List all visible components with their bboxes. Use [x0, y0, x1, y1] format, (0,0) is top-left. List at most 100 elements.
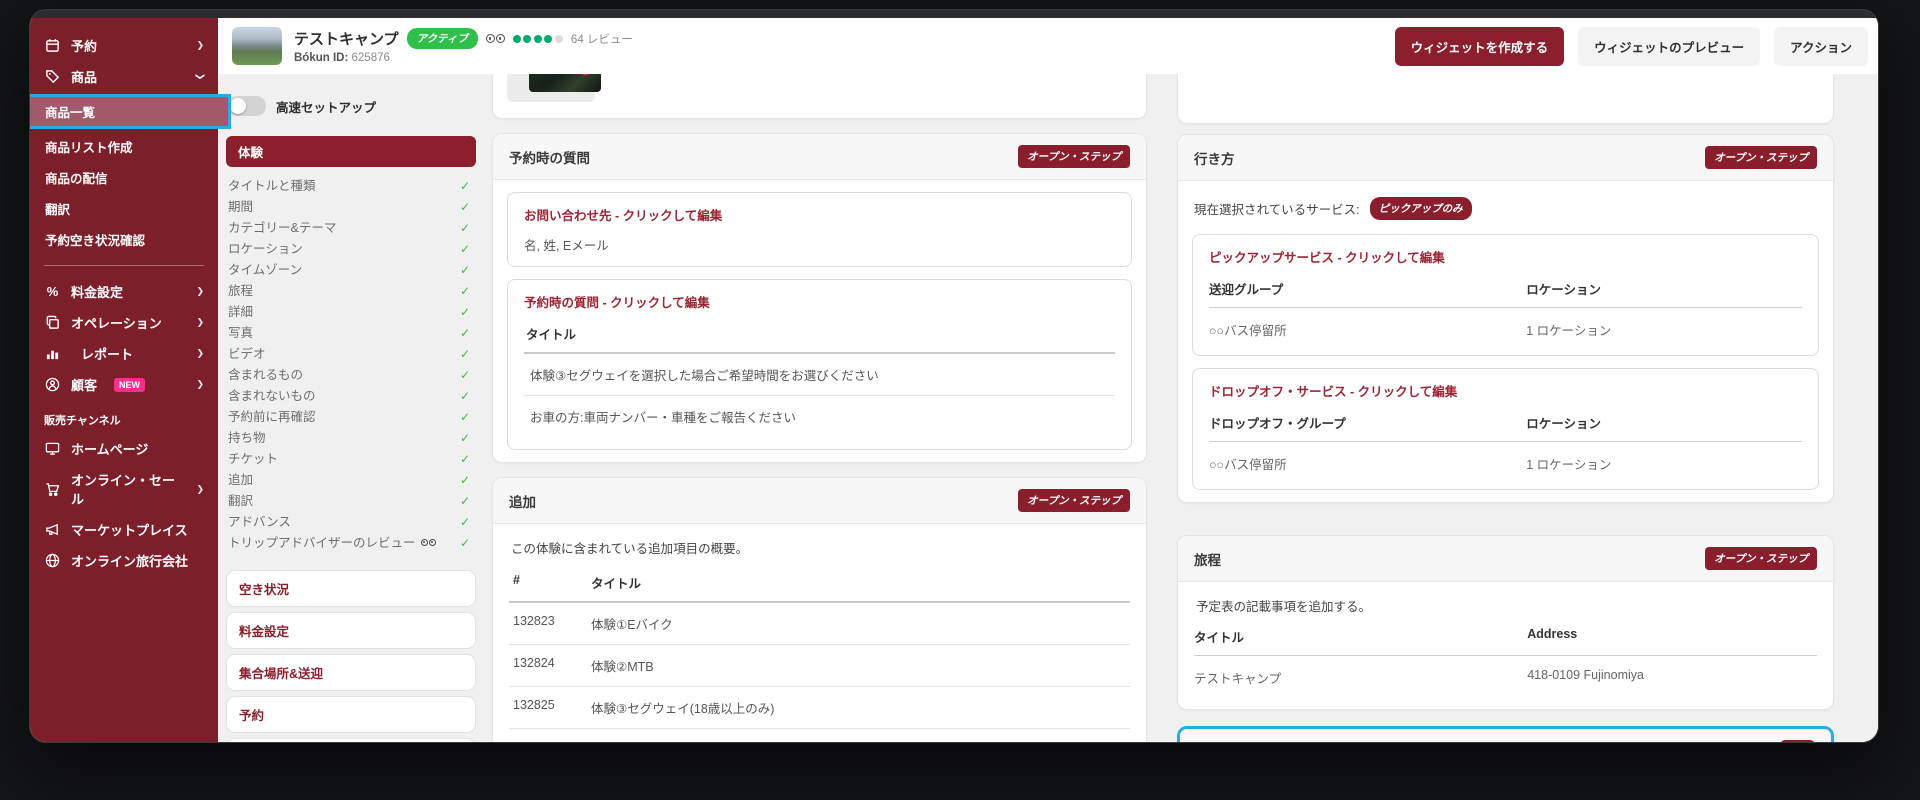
rating-dots	[513, 35, 563, 43]
questions-edit-link[interactable]: 予約時の質問 - クリックして編集	[524, 292, 1115, 311]
sidebar-item-pricing[interactable]: % 料金設定 ❯	[30, 276, 218, 307]
directions-card: 行き方 オープン・ステップ 現在選択されているサービス: ピックアップのみ ピッ…	[1177, 134, 1834, 503]
cart-icon	[44, 481, 61, 497]
percent-icon: %	[44, 284, 61, 300]
sidebar-item-availability-check[interactable]: 予約空き状況確認	[30, 224, 218, 255]
table-row[interactable]: テストキャンプ 418-0109 Fujinomiya	[1194, 656, 1817, 697]
chevron-right-icon: ❯	[196, 286, 204, 297]
table-row[interactable]: 132824体験②MTB	[509, 645, 1130, 687]
bokun-id-line: Bókun ID: 625876	[294, 52, 633, 64]
pnav-item-included[interactable]: 含まれるもの✓	[226, 364, 476, 385]
pnav-item-video[interactable]: ビデオ✓	[226, 343, 476, 364]
main-sidebar: 予約 ❯ 商品 ❯ 商品一覧 商品リスト作成 商品の配信 翻訳 予約空き状況確認…	[30, 18, 218, 742]
open-step-badge[interactable]: オープン・ステップ	[1018, 489, 1130, 512]
pnav-item-not-included[interactable]: 含まれないもの✓	[226, 385, 476, 406]
column-header: ロケーション	[1526, 413, 1802, 432]
tab-experience[interactable]: 体験	[226, 136, 476, 167]
table-row[interactable]: 132829温泉入浴券 大人	[509, 729, 1130, 742]
sidebar-item-label: マーケットプレイス	[71, 520, 188, 539]
pnav-item-tripadvisor-reviews[interactable]: トリップアドバイザーのレビュー ✓	[226, 532, 476, 553]
pickup-service-box[interactable]: ピックアップサービス - クリックして編集 送迎グループ ロケーション ○○バス…	[1192, 234, 1819, 356]
check-icon: ✓	[460, 388, 470, 404]
sidebar-item-reservations[interactable]: 予約 ❯	[30, 30, 218, 61]
extras-description: この体験に含まれている追加項目の概要。	[509, 536, 1130, 567]
pnav-button-meeting-pickup[interactable]: 集合場所&送迎	[226, 654, 476, 691]
sidebar-item-product-distribution[interactable]: 商品の配信	[30, 162, 218, 193]
table-row[interactable]: 132823体験①Eバイク	[509, 603, 1130, 645]
tag-icon	[44, 69, 61, 85]
create-widget-button[interactable]: ウィジェットを作成する	[1395, 27, 1565, 66]
table-row: ○○バス停留所 1 ロケーション	[1209, 308, 1802, 343]
open-step-badge[interactable]: オープン・ステップ	[1018, 145, 1130, 168]
globe-icon	[44, 553, 61, 569]
check-icon: ✓	[460, 472, 470, 488]
photo-tile	[507, 74, 595, 102]
pnav-button-booking[interactable]: 予約	[226, 696, 476, 733]
sidebar-item-reports[interactable]: レポート ❯	[30, 338, 218, 369]
check-icon: ✓	[460, 514, 470, 530]
check-icon: ✓	[460, 241, 470, 257]
pnav-button-pricing[interactable]: 料金設定	[226, 612, 476, 649]
pnav-item-translations[interactable]: 翻訳✓	[226, 490, 476, 511]
right-column: 行き方 オープン・ステップ 現在選択されているサービス: ピックアップのみ ピッ…	[1177, 74, 1834, 742]
pnav-item-timezone[interactable]: タイムゾーン✓	[226, 259, 476, 280]
sidebar-item-products[interactable]: 商品 ❯	[30, 61, 218, 92]
actions-button[interactable]: アクション	[1774, 27, 1868, 66]
questions-edit-box[interactable]: 予約時の質問 - クリックして編集 タイトル 体験③セグウェイを選択した場合ご希…	[507, 279, 1132, 450]
sidebar-item-create-product-list[interactable]: 商品リスト作成	[30, 131, 218, 162]
quick-setup-toggle[interactable]	[228, 96, 266, 116]
check-icon: ✓	[460, 451, 470, 467]
pnav-item-tickets[interactable]: チケット✓	[226, 448, 476, 469]
pnav-item-advanced[interactable]: アドバンス✓	[226, 511, 476, 532]
pnav-item-details[interactable]: 詳細✓	[226, 301, 476, 322]
product-thumbnail	[232, 27, 282, 65]
pnav-item-itinerary[interactable]: 旅程✓	[226, 280, 476, 301]
contact-edit-link[interactable]: お問い合わせ先 - クリックして編集	[524, 205, 1115, 224]
quick-setup-label: 高速セットアップ	[276, 97, 376, 116]
pnav-item-reconfirm[interactable]: 予約前に再確認✓	[226, 406, 476, 427]
question-row: お車の方:車両ナンバー・車種をご報告ください	[524, 396, 1115, 437]
pnav-item-photos[interactable]: 写真✓	[226, 322, 476, 343]
pnav-button-availability[interactable]: 空き状況	[226, 570, 476, 607]
sidebar-item-customers[interactable]: 顧客 NEW ❯	[30, 369, 218, 400]
check-icon: ✓	[460, 493, 470, 509]
pnav-item-duration[interactable]: 期間✓	[226, 196, 476, 217]
dropoff-edit-link[interactable]: ドロップオフ・サービス - クリックして編集	[1209, 381, 1802, 400]
sidebar-item-marketplace[interactable]: マーケットプレイス	[30, 514, 218, 545]
pnav-item-title-type[interactable]: タイトルと種類✓	[226, 175, 476, 196]
contact-edit-box[interactable]: お問い合わせ先 - クリックして編集 名, 姓, Eメール	[507, 192, 1132, 267]
pnav-item-what-to-bring[interactable]: 持ち物✓	[226, 427, 476, 448]
sidebar-item-homepage[interactable]: ホームページ	[30, 433, 218, 464]
pickup-edit-link[interactable]: ピックアップサービス - クリックして編集	[1209, 247, 1802, 266]
chevron-down-icon: ❯	[195, 73, 206, 81]
bokun-id-label: Bókun ID:	[294, 52, 348, 64]
table-row[interactable]: 132825体験③セグウェイ(18歳以上のみ)	[509, 687, 1130, 729]
preview-widget-button[interactable]: ウィジェットのプレビュー	[1578, 27, 1760, 66]
edit-badge[interactable]: 編集	[1780, 740, 1815, 742]
sidebar-item-label: 予約	[71, 36, 97, 55]
check-icon: ✓	[460, 367, 470, 383]
dropoff-service-box[interactable]: ドロップオフ・サービス - クリックして編集 ドロップオフ・グループ ロケーショ…	[1192, 368, 1819, 490]
sidebar-item-label: ホームページ	[71, 439, 148, 458]
photo-thumbnail[interactable]	[529, 74, 601, 92]
column-header: Address	[1527, 627, 1817, 646]
pnav-item-extras[interactable]: 追加✓	[226, 469, 476, 490]
sidebar-item-ota[interactable]: オンライン旅行会社	[30, 545, 218, 576]
column-header: ロケーション	[1526, 279, 1802, 298]
pnav-item-category-theme[interactable]: カテゴリー&テーマ✓	[226, 217, 476, 238]
sidebar-item-label: オペレーション	[71, 313, 162, 332]
sidebar-item-translations[interactable]: 翻訳	[30, 193, 218, 224]
open-step-badge[interactable]: オープン・ステップ	[1705, 547, 1817, 570]
pickup-only-badge: ピックアップのみ	[1370, 197, 1472, 220]
bar-chart-icon	[44, 346, 61, 362]
sidebar-item-label: オンライン旅行会社	[71, 551, 188, 570]
pnav-button-resources[interactable]: リソース	[226, 738, 476, 742]
check-icon: ✓	[460, 262, 470, 278]
sidebar-item-label: レポート	[81, 344, 133, 363]
sidebar-item-label: 料金設定	[71, 282, 123, 301]
open-step-badge[interactable]: オープン・ステップ	[1705, 146, 1817, 169]
sidebar-item-online-sales[interactable]: オンライン・セール ❯	[30, 464, 218, 514]
sidebar-item-product-list[interactable]: 商品一覧	[30, 94, 231, 129]
pnav-item-location[interactable]: ロケーション✓	[226, 238, 476, 259]
sidebar-item-operations[interactable]: オペレーション ❯	[30, 307, 218, 338]
